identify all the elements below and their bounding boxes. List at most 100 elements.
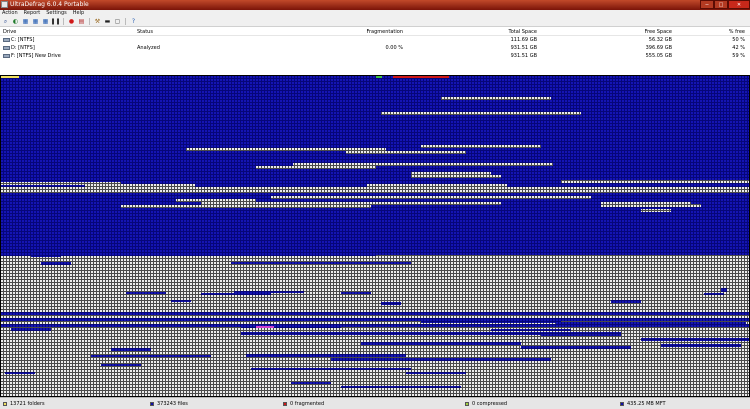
compressed-legend-swatch <box>465 401 469 406</box>
used-segment <box>271 196 591 199</box>
used-segment <box>293 163 553 166</box>
free-segment <box>126 292 166 294</box>
defrag-icon[interactable]: ◐ <box>12 18 19 25</box>
used-segment <box>411 172 491 175</box>
free-segment <box>291 382 331 384</box>
used-segment <box>85 184 195 187</box>
hard-drive-icon <box>3 45 10 50</box>
free-segment <box>11 328 51 331</box>
status-files: 373243 files <box>150 400 188 408</box>
drive-percent-free: 50 % <box>732 37 745 43</box>
cluster-map-canvas <box>1 76 749 396</box>
used-segment <box>1 190 749 193</box>
quick-optimize-icon[interactable]: ▦ <box>22 18 29 25</box>
column-header-status[interactable]: Status <box>137 29 153 35</box>
window-title: UltraDefrag 6.0.4 Portable <box>10 1 89 8</box>
status-mft: 435.25 MB MFT <box>620 400 666 408</box>
free-segment <box>5 372 35 374</box>
menu-settings[interactable]: Settings <box>46 10 67 17</box>
drive-row-f[interactable]: F: [NTFS] New Drive 931.51 GB 555.05 GB … <box>0 53 750 59</box>
boot-time-icon[interactable]: ▬ <box>104 18 111 25</box>
free-segment <box>491 329 571 331</box>
free-segment <box>341 292 371 294</box>
free-segment <box>41 262 71 265</box>
status-compressed: 0 compressed <box>465 400 507 408</box>
used-segment <box>641 209 671 212</box>
menu-bar: Action Report Settings Help <box>0 10 750 17</box>
free-segment <box>111 348 151 351</box>
column-header-free-space[interactable]: Free Space <box>580 29 672 35</box>
used-segment <box>121 205 371 208</box>
used-segment <box>176 199 256 202</box>
status-fragmented: 0 fragmented <box>283 400 324 408</box>
help-icon[interactable]: ? <box>130 18 137 25</box>
options-icon[interactable]: ⚒ <box>94 18 101 25</box>
free-segment <box>421 320 561 323</box>
used-segment <box>441 97 551 100</box>
system-clusters <box>1 76 19 78</box>
analyze-icon[interactable]: ⌕ <box>2 18 9 25</box>
free-segment <box>721 288 727 292</box>
drive-row-d[interactable]: D: [NTFS] Analyzed 0.00 % 931.51 GB 396.… <box>0 45 750 51</box>
cluster-map[interactable] <box>0 75 750 397</box>
free-segment <box>91 355 211 357</box>
drive-label: F: [NTFS] New Drive <box>11 53 61 59</box>
free-segment <box>331 358 551 361</box>
free-segment <box>234 291 304 293</box>
free-segment <box>704 293 724 295</box>
free-segment <box>661 344 741 347</box>
toolbar-separator <box>125 18 126 25</box>
free-segment <box>201 293 271 295</box>
free-segment <box>611 300 641 303</box>
status-bar: 13721 folders 373243 files 0 fragmented … <box>0 397 750 409</box>
free-segment <box>406 372 466 374</box>
free-segment <box>361 342 521 345</box>
used-segment <box>256 166 376 169</box>
title-bar: UltraDefrag 6.0.4 Portable ─ □ ✕ <box>0 0 750 10</box>
used-segment <box>601 202 691 205</box>
script-icon[interactable]: ▢ <box>114 18 121 25</box>
stop-icon[interactable]: ● <box>68 18 75 25</box>
pause-icon[interactable]: ❚❚ <box>50 18 60 25</box>
drive-label: D: [NTFS] <box>11 45 35 51</box>
minimize-button[interactable]: ─ <box>700 0 714 9</box>
maximize-button[interactable]: □ <box>714 0 728 9</box>
drive-percent-free: 59 % <box>732 53 745 59</box>
compressed-clusters <box>376 76 382 78</box>
menu-report[interactable]: Report <box>24 10 41 17</box>
free-segment <box>1 318 749 321</box>
free-segment <box>556 322 746 325</box>
used-segment <box>381 112 581 115</box>
column-header-drive[interactable]: Drive <box>3 29 16 35</box>
used-segment <box>1 187 749 190</box>
used-segment <box>367 184 507 187</box>
column-header-percent-free[interactable]: % free <box>690 29 745 35</box>
used-segment <box>201 202 501 205</box>
full-optimize-icon[interactable]: ▦ <box>32 18 39 25</box>
free-segment <box>101 364 141 366</box>
used-segment <box>376 255 749 258</box>
drive-total-space: 931.51 GB <box>510 53 537 59</box>
drive-row-c[interactable]: C: [NTFS] 111.69 GB 56.32 GB 50 % <box>0 37 750 43</box>
drive-free-space: 555.05 GB <box>645 53 672 59</box>
free-segment <box>1 312 749 315</box>
menu-help[interactable]: Help <box>73 10 84 17</box>
menu-action[interactable]: Action <box>2 10 18 17</box>
fragmented-clusters <box>393 76 449 78</box>
drive-free-space: 56.32 GB <box>648 37 672 43</box>
folders-legend-swatch <box>3 401 7 406</box>
used-segment <box>561 180 749 183</box>
close-button[interactable]: ✕ <box>728 0 750 9</box>
free-segment <box>231 262 411 264</box>
hard-drive-icon <box>3 37 10 42</box>
column-header-total-space[interactable]: Total Space <box>440 29 537 35</box>
column-header-fragmentation[interactable]: Fragmentation <box>300 29 403 35</box>
free-segment <box>31 255 61 257</box>
used-segment <box>421 145 541 148</box>
report-icon[interactable]: ▤ <box>78 18 85 25</box>
free-segment <box>521 346 631 349</box>
mft-optimize-icon[interactable]: ▦ <box>42 18 49 25</box>
drive-total-space: 111.69 GB <box>510 37 537 43</box>
drive-free-space: 396.69 GB <box>645 45 672 51</box>
drive-fragmentation: 0.00 % <box>385 45 403 51</box>
